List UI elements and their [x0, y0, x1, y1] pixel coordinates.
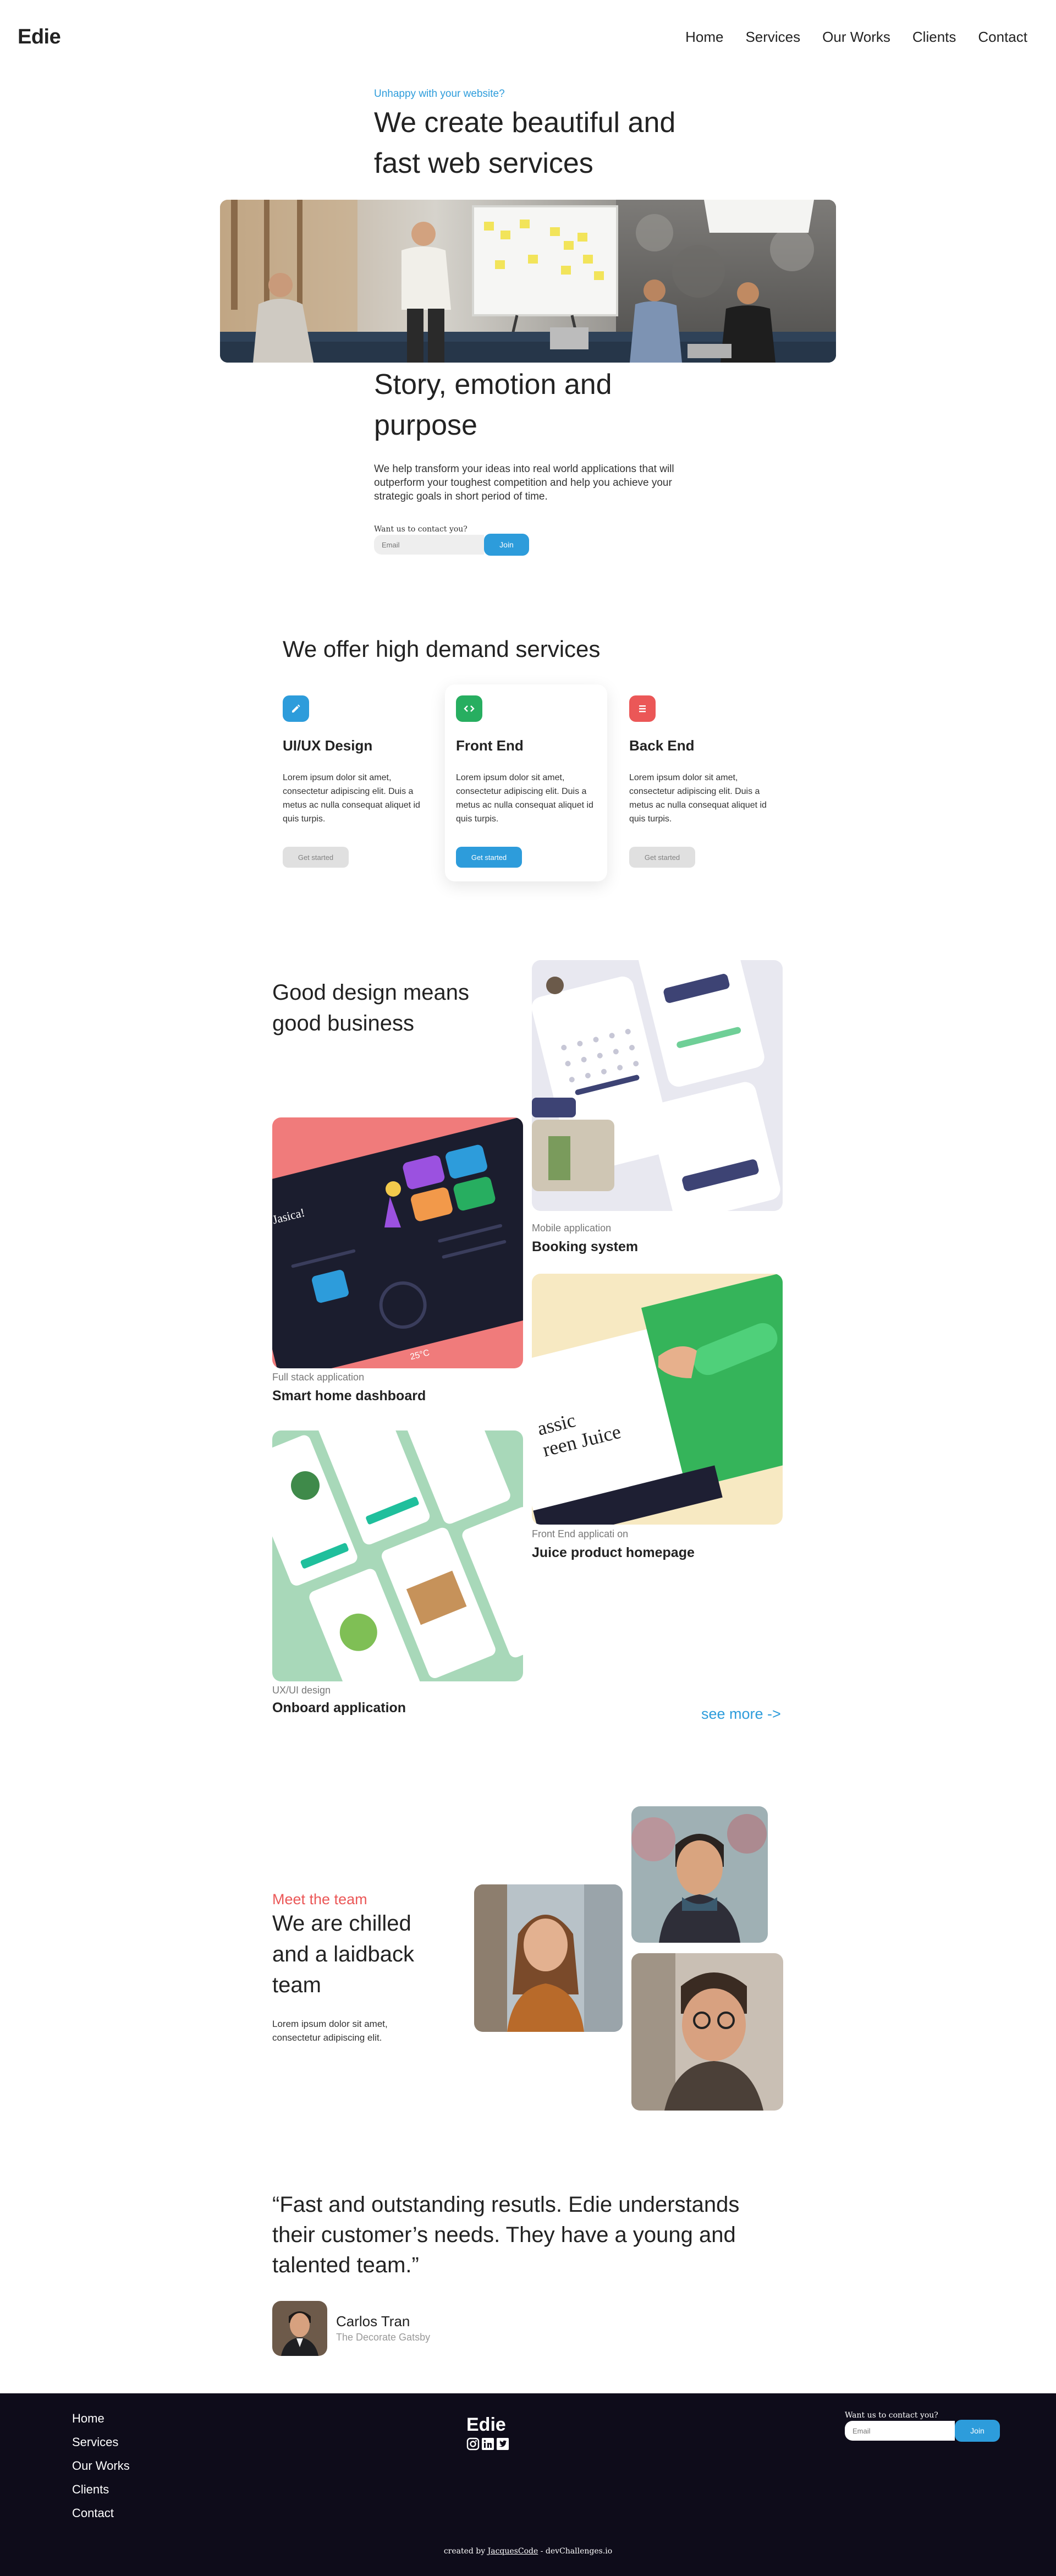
work-category: UX/UI design [272, 1685, 331, 1696]
story-text: We help transform your ideas into real w… [374, 463, 674, 502]
join-button[interactable]: Join [484, 534, 529, 556]
contact-label: Want us to contact you? [374, 525, 468, 534]
service-title: Front End [456, 737, 524, 754]
work-name[interactable]: Juice product homepage [532, 1545, 695, 1561]
linkedin-icon[interactable] [481, 2437, 494, 2451]
credit-prefix: created by [443, 2547, 486, 2556]
footer-link-contact[interactable]: Contact [72, 2507, 130, 2520]
service-text: Lorem ipsum dolor sit amet, consectetur … [456, 773, 593, 824]
footer-link-services[interactable]: Services [72, 2436, 130, 2449]
see-more-link[interactable]: see more -> [701, 1706, 781, 1723]
story-title: Story, emotion and purpose [374, 369, 612, 441]
footer-email-input[interactable] [845, 2421, 955, 2441]
footer-nav: Home Services Our Works Clients Contact [72, 2412, 130, 2520]
hero-title: We create beautiful and fast web service… [374, 107, 676, 179]
get-started-button[interactable]: Get started [456, 847, 522, 868]
service-card-backend: Back End Lorem ipsum dolor sit amet, con… [618, 684, 780, 881]
work-category: Full stack application [272, 1372, 365, 1383]
team-photo-man-scarf [631, 1806, 768, 1943]
nav-services[interactable]: Services [745, 29, 800, 46]
work-category: Front End applicati on [532, 1528, 629, 1539]
instagram-icon[interactable] [466, 2437, 480, 2451]
get-started-button[interactable]: Get started [629, 847, 695, 868]
footer-join-button[interactable]: Join [955, 2420, 1000, 2442]
team-photo-man-glasses [631, 1953, 783, 2111]
hero-office-photo [220, 200, 836, 363]
nav-contact[interactable]: Contact [978, 29, 1027, 46]
nav-our-works[interactable]: Our Works [822, 29, 890, 46]
services-title: We offer high demand services [283, 636, 601, 662]
nav-home[interactable]: Home [685, 29, 723, 46]
pencil-icon [283, 695, 309, 722]
service-card-frontend: Front End Lorem ipsum dolor sit amet, co… [445, 684, 607, 881]
onboard-app-preview[interactable] [272, 1430, 523, 1681]
service-card-uiux: UI/UX Design Lorem ipsum dolor sit amet,… [272, 684, 434, 881]
footer-link-home[interactable]: Home [72, 2412, 130, 2425]
credit-author-link[interactable]: JacquesCode [488, 2547, 538, 2556]
footer-credit: created by JacquesCode - devChallenges.i… [0, 2547, 1056, 2556]
nav-clients[interactable]: Clients [912, 29, 956, 46]
testimonial-quote: “Fast and outstanding resutls. Edie unde… [272, 2193, 740, 2277]
twitter-icon[interactable] [496, 2437, 509, 2451]
footer-link-our-works[interactable]: Our Works [72, 2459, 130, 2473]
hero-kicker: Unhappy with your website? [374, 88, 505, 100]
get-started-button[interactable]: Get started [283, 847, 349, 868]
juice-homepage-preview[interactable]: assic reen Juice [532, 1274, 783, 1525]
service-text: Lorem ipsum dolor sit amet, consectetur … [629, 773, 767, 824]
code-icon [456, 695, 482, 722]
footer-link-clients[interactable]: Clients [72, 2483, 130, 2496]
email-input[interactable] [374, 535, 484, 555]
credit-suffix: - devChallenges.io [540, 2547, 613, 2556]
smart-home-dashboard-preview[interactable]: 25°C Hi Jasica! [272, 1117, 523, 1368]
work-name[interactable]: Booking system [532, 1239, 638, 1255]
service-title: Back End [629, 737, 695, 754]
main-nav: Home Services Our Works Clients Contact [685, 29, 1027, 46]
service-text: Lorem ipsum dolor sit amet, consectetur … [283, 773, 420, 824]
testimonial-role: The Decorate Gatsby [336, 2332, 431, 2343]
social-links [466, 2437, 509, 2451]
booking-system-preview[interactable] [532, 960, 783, 1211]
logo[interactable]: Edie [18, 25, 61, 49]
service-title: UI/UX Design [283, 737, 373, 754]
testimonial-name: Carlos Tran [336, 2313, 410, 2330]
team-text: Lorem ipsum dolor sit amet, consectetur … [272, 2019, 388, 2043]
work-name[interactable]: Onboard application [272, 1700, 406, 1716]
footer-contact-label: Want us to contact you? [845, 2411, 938, 2420]
footer-logo[interactable]: Edie [466, 2414, 506, 2436]
works-title: Good design means good business [272, 980, 470, 1035]
work-category: Mobile application [532, 1223, 612, 1234]
team-photo-woman [474, 1884, 623, 2032]
list-icon [629, 695, 656, 722]
avatar [272, 2301, 327, 2356]
work-name[interactable]: Smart home dashboard [272, 1388, 426, 1404]
team-title: We are chilled and a laidback team [272, 1911, 414, 1997]
team-kicker: Meet the team [272, 1891, 367, 1908]
